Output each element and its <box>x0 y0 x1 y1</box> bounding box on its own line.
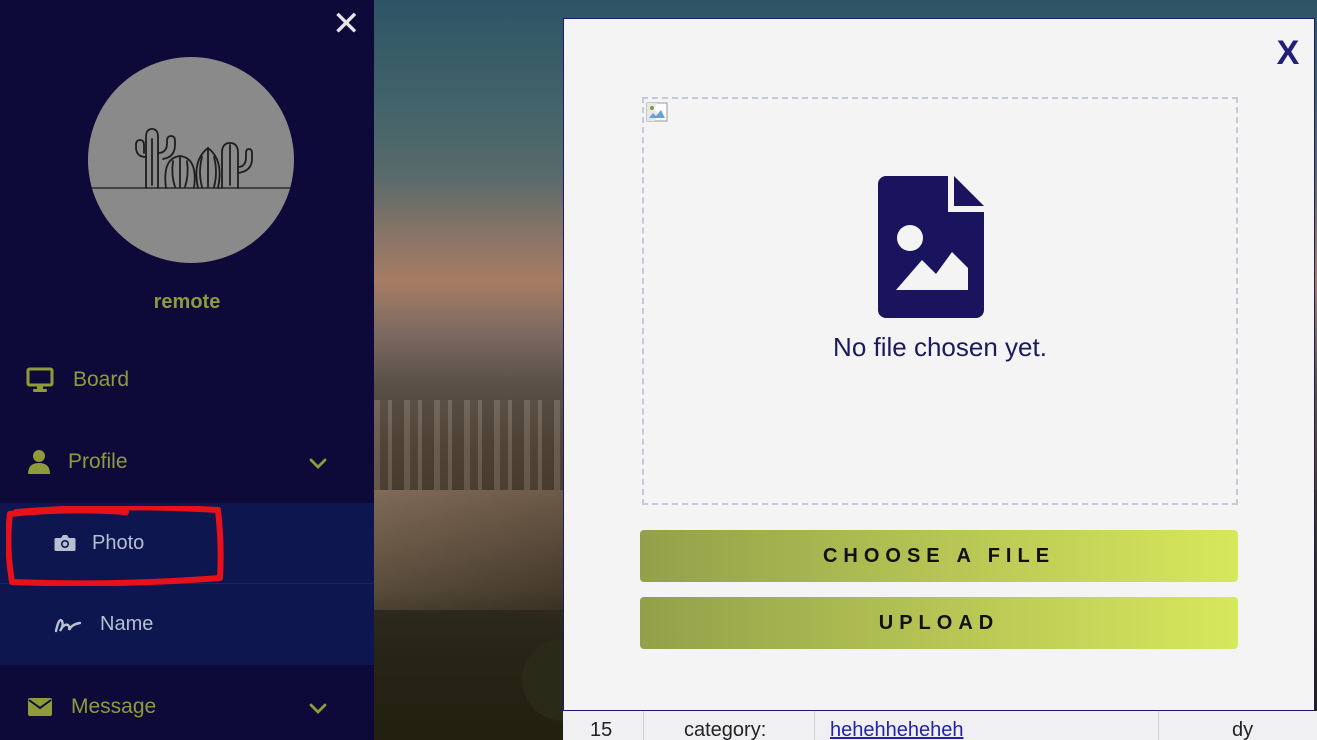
close-modal-button[interactable]: X <box>1272 35 1304 71</box>
dropzone-status-text: No file chosen yet. <box>833 332 1047 362</box>
choose-file-button[interactable]: CHOOSE A FILE <box>640 530 1238 582</box>
image-file-icon <box>878 176 984 318</box>
username: remote <box>153 291 221 313</box>
table-divider <box>814 711 815 740</box>
submenu-item-photo[interactable]: Photo <box>0 503 374 584</box>
table-divider <box>1158 711 1159 740</box>
monitor-icon <box>25 365 55 395</box>
sidebar-item-profile[interactable]: Profile <box>0 422 374 502</box>
profile-submenu: Photo Name <box>0 503 374 665</box>
chevron-down-icon <box>307 452 329 474</box>
sidebar-item-label: Board <box>73 368 130 391</box>
sidebar-item-label: Profile <box>68 450 128 473</box>
avatar <box>88 57 294 263</box>
close-sidebar-button[interactable]: ✕ <box>332 7 361 41</box>
table-cell-last: dy <box>1232 719 1254 740</box>
sidebar-item-label: Message <box>71 695 157 718</box>
cactus-illustration-icon <box>88 128 294 189</box>
camera-icon <box>54 533 76 553</box>
sidebar: ✕ remote Board Profile Photo Name Messag… <box>0 0 374 740</box>
signature-icon <box>54 615 82 635</box>
chevron-down-icon <box>307 697 329 719</box>
table-row: 15 category: hehehheheheh dy <box>563 711 1317 740</box>
table-cell-category: category: <box>684 719 767 740</box>
upload-button[interactable]: UPLOAD <box>640 597 1238 649</box>
sidebar-item-message[interactable]: Message <box>0 667 374 740</box>
table-divider <box>643 711 644 740</box>
upload-modal: X No file chosen yet. CHOOSE A FILE UPLO… <box>563 18 1315 711</box>
file-dropzone[interactable]: No file chosen yet. <box>642 97 1238 505</box>
submenu-item-label: Name <box>100 613 154 635</box>
submenu-item-label: Photo <box>92 531 145 554</box>
sidebar-item-board[interactable]: Board <box>0 340 374 420</box>
envelope-icon <box>25 692 55 722</box>
user-icon <box>24 447 54 477</box>
table-cell-link[interactable]: hehehheheheh <box>830 719 963 740</box>
broken-image-icon <box>646 102 668 122</box>
table-cell-id: 15 <box>590 719 613 740</box>
submenu-item-name[interactable]: Name <box>0 584 374 665</box>
